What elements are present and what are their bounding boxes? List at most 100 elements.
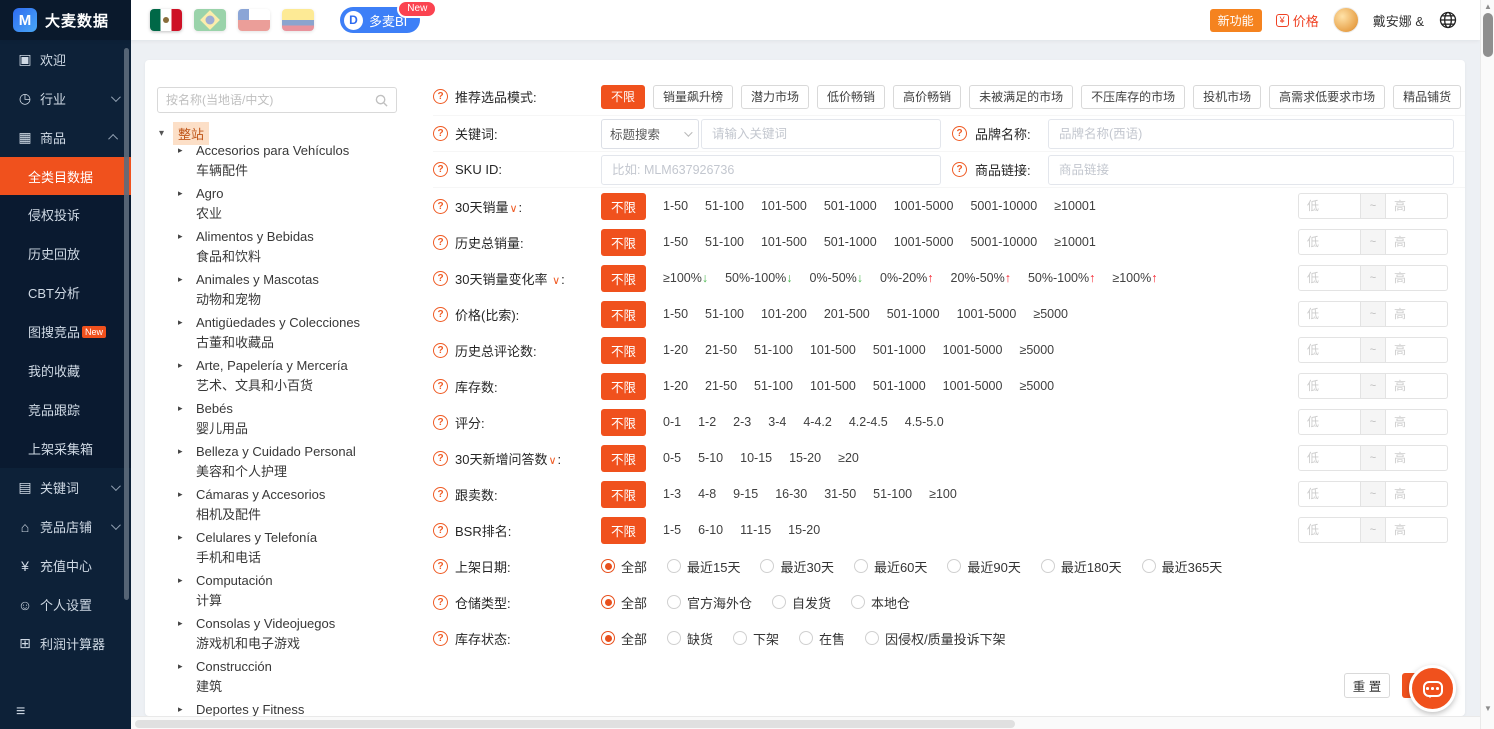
filter-option[interactable]: 31-50 <box>824 487 856 501</box>
filter-option[interactable]: 101-500 <box>761 235 807 249</box>
help-icon[interactable] <box>433 595 448 610</box>
product-link-input[interactable] <box>1048 155 1454 185</box>
range-high-input[interactable] <box>1385 301 1448 327</box>
help-icon[interactable] <box>433 559 448 574</box>
tree-category-item[interactable]: ▸ Alimentos y Bebidas 食品和饮料 <box>145 224 407 267</box>
filter-option[interactable]: 1-50 <box>663 235 688 249</box>
filter-option[interactable]: 1-20 <box>663 343 688 357</box>
filter-option[interactable]: 4.5-5.0 <box>905 415 944 429</box>
help-icon[interactable] <box>433 379 448 394</box>
tree-category-item[interactable]: ▸ Bebés 婴儿用品 <box>145 396 407 439</box>
filter-option[interactable]: 5001-10000 <box>970 235 1037 249</box>
sidebar-item[interactable]: ☺ 个人设置 <box>0 585 131 624</box>
filter-option[interactable]: 21-50 <box>705 343 737 357</box>
filter-option[interactable]: 0%-50%↓ <box>810 271 864 285</box>
range-low-input[interactable] <box>1298 409 1361 435</box>
range-high-input[interactable] <box>1385 265 1448 291</box>
filter-option[interactable]: 1-50 <box>663 307 688 321</box>
help-icon[interactable] <box>433 343 448 358</box>
filter-option[interactable]: 101-500 <box>761 199 807 213</box>
filter-option[interactable]: 51-100 <box>705 235 744 249</box>
duomai-bi-button[interactable]: 多麦BI New <box>340 7 420 33</box>
filter-option[interactable]: 1-5 <box>663 523 681 537</box>
filter-option[interactable]: 0%-20%↑ <box>880 271 934 285</box>
filter-option[interactable]: 不限 <box>601 193 646 220</box>
filter-option[interactable]: ≥5000 <box>1019 379 1054 393</box>
mode-option[interactable]: 投机市场 <box>1193 85 1261 109</box>
filter-option[interactable]: 不限 <box>601 517 646 544</box>
sku-id-input[interactable] <box>601 155 941 185</box>
range-low-input[interactable] <box>1298 265 1361 291</box>
sidebar-item[interactable]: ▤ 关键词 <box>0 468 131 507</box>
sidebar-item[interactable]: 侵权投诉 <box>0 195 131 234</box>
filter-option[interactable]: 501-1000 <box>887 307 940 321</box>
keyword-scope-select[interactable]: 标题搜索 <box>601 119 699 149</box>
mode-option[interactable]: 低价畅销 <box>817 85 885 109</box>
window-scrollbar-thumb[interactable] <box>1483 13 1493 57</box>
sidebar-item[interactable]: 我的收藏 <box>0 351 131 390</box>
help-icon[interactable] <box>433 451 448 466</box>
window-scrollbar[interactable]: ▲ ▼ <box>1480 0 1494 729</box>
filter-option[interactable]: 51-100 <box>705 307 744 321</box>
tree-category-item[interactable]: ▸ Accesorios para Vehículos 车辆配件 <box>145 138 407 181</box>
mode-option[interactable]: 不限 <box>601 85 645 109</box>
username[interactable]: 戴安娜 & <box>1373 11 1424 30</box>
radio-option[interactable]: 最近90天 <box>947 557 1020 576</box>
help-icon[interactable] <box>433 415 448 430</box>
metric-dropdown-caret[interactable]: ∨ <box>548 455 556 467</box>
scroll-up-icon[interactable]: ▲ <box>1484 2 1492 11</box>
range-high-input[interactable] <box>1385 445 1448 471</box>
sidebar-item[interactable]: ◷ 行业 <box>0 79 131 118</box>
language-globe-icon[interactable] <box>1438 10 1458 30</box>
mode-option[interactable]: 精品铺货 <box>1393 85 1461 109</box>
range-high-input[interactable] <box>1385 409 1448 435</box>
flag-colombia[interactable] <box>282 9 314 31</box>
help-icon[interactable] <box>433 162 448 177</box>
radio-option[interactable]: 本地仓 <box>851 593 910 612</box>
range-low-input[interactable] <box>1298 229 1361 255</box>
filter-option[interactable]: 101-500 <box>810 343 856 357</box>
range-high-input[interactable] <box>1385 481 1448 507</box>
range-low-input[interactable] <box>1298 301 1361 327</box>
filter-option[interactable]: ≥100 <box>929 487 957 501</box>
radio-option[interactable]: 全部 <box>601 593 647 612</box>
filter-option[interactable]: 201-500 <box>824 307 870 321</box>
sidebar-scrollbar-thumb[interactable] <box>124 48 129 600</box>
filter-option[interactable]: 1-20 <box>663 379 688 393</box>
mode-option[interactable]: 高需求低要求市场 <box>1269 85 1385 109</box>
sidebar-item[interactable]: ⊞ 利润计算器 <box>0 624 131 663</box>
filter-option[interactable]: 501-1000 <box>824 199 877 213</box>
radio-option[interactable]: 最近180天 <box>1041 557 1122 576</box>
filter-option[interactable]: 5-10 <box>698 451 723 465</box>
filter-option[interactable]: 501-1000 <box>824 235 877 249</box>
radio-option[interactable]: 全部 <box>601 629 647 648</box>
radio-option[interactable]: 最近365天 <box>1142 557 1223 576</box>
filter-option[interactable]: 51-100 <box>873 487 912 501</box>
filter-option[interactable]: 4-4.2 <box>803 415 832 429</box>
range-low-input[interactable] <box>1298 445 1361 471</box>
filter-option[interactable]: ≥20 <box>838 451 859 465</box>
help-icon[interactable] <box>433 199 448 214</box>
tree-category-item[interactable]: ▸ Consolas y Videojuegos 游戏机和电子游戏 <box>145 611 407 654</box>
sidebar-item[interactable]: ▦ 商品 <box>0 118 131 157</box>
filter-option[interactable]: 1001-5000 <box>943 379 1003 393</box>
category-search-input[interactable] <box>166 93 375 107</box>
filter-option[interactable]: 50%-100%↓ <box>725 271 792 285</box>
sidebar-item[interactable]: 竞品跟踪 <box>0 390 131 429</box>
filter-option[interactable]: 不限 <box>601 301 646 328</box>
filter-option[interactable]: 501-1000 <box>873 379 926 393</box>
help-icon[interactable] <box>433 89 448 104</box>
sidebar-item[interactable]: 图搜竞品 New <box>0 312 131 351</box>
sidebar-item[interactable]: ¥ 充值中心 <box>0 546 131 585</box>
filter-option[interactable]: 16-30 <box>775 487 807 501</box>
tree-category-item[interactable]: ▸ Belleza y Cuidado Personal 美容和个人护理 <box>145 439 407 482</box>
radio-option[interactable]: 全部 <box>601 557 647 576</box>
radio-option[interactable]: 自发货 <box>772 593 831 612</box>
filter-option[interactable]: 不限 <box>601 373 646 400</box>
filter-option[interactable]: 15-20 <box>788 523 820 537</box>
new-feature-badge[interactable]: 新功能 <box>1210 9 1262 32</box>
radio-option[interactable]: 在售 <box>799 629 845 648</box>
brand-input[interactable] <box>1048 119 1454 149</box>
tree-category-item[interactable]: ▸ Agro 农业 <box>145 181 407 224</box>
filter-option[interactable]: 不限 <box>601 229 646 256</box>
